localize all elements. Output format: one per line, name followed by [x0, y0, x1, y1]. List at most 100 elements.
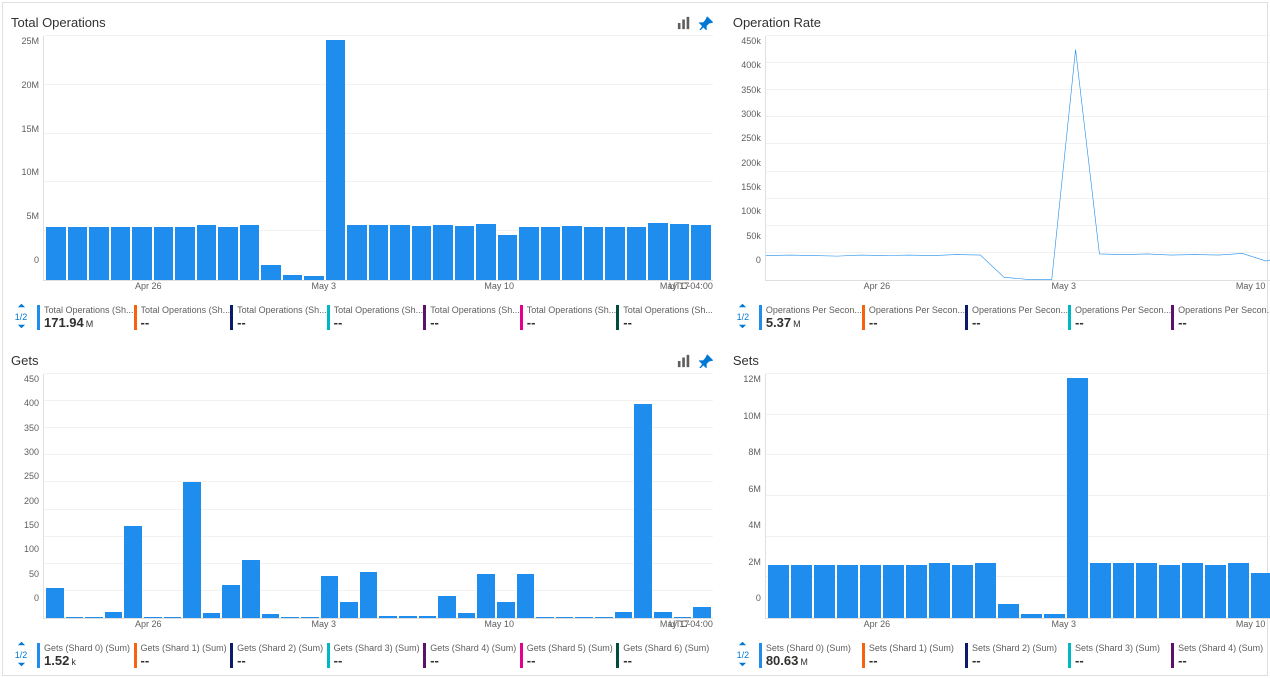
bar[interactable]	[584, 227, 604, 280]
bar-chart-icon[interactable]	[677, 354, 691, 368]
bar[interactable]	[860, 565, 881, 618]
bar[interactable]	[595, 617, 613, 618]
bar[interactable]	[791, 565, 812, 618]
chevron-up-icon[interactable]	[738, 639, 747, 650]
legend-item[interactable]: Operations Per Secon...--	[1171, 305, 1270, 330]
bar-chart-icon[interactable]	[677, 16, 691, 30]
chevron-up-icon[interactable]	[738, 301, 747, 312]
bar[interactable]	[301, 617, 319, 618]
legend-item[interactable]: Total Operations (Sh...--	[134, 305, 231, 330]
bar[interactable]	[321, 576, 339, 618]
bar[interactable]	[85, 617, 103, 618]
bar[interactable]	[654, 612, 672, 619]
bar[interactable]	[837, 565, 858, 618]
bar[interactable]	[132, 227, 152, 280]
bar[interactable]	[369, 225, 389, 280]
chevron-down-icon[interactable]	[738, 322, 747, 333]
line-series[interactable]	[766, 36, 1270, 280]
bar[interactable]	[412, 226, 432, 280]
bar[interactable]	[556, 617, 574, 618]
bar[interactable]	[455, 226, 475, 280]
legend-item[interactable]: Gets (Shard 1) (Sum)--	[134, 643, 231, 668]
bar[interactable]	[1021, 614, 1042, 618]
bar[interactable]	[46, 588, 64, 618]
bar[interactable]	[1136, 563, 1157, 618]
bar[interactable]	[222, 585, 240, 618]
legend-item[interactable]: Operations Per Secon...5.37M	[759, 305, 862, 330]
bar[interactable]	[1228, 563, 1249, 618]
legend-item[interactable]: Operations Per Secon...--	[862, 305, 965, 330]
bar[interactable]	[304, 276, 324, 280]
bar[interactable]	[634, 404, 652, 618]
bar[interactable]	[46, 227, 66, 280]
bar[interactable]	[340, 602, 358, 618]
chart-area[interactable]: 12M10M8M6M4M2M0	[733, 374, 1270, 619]
bar[interactable]	[242, 560, 260, 618]
bar[interactable]	[627, 227, 647, 280]
bar[interactable]	[438, 596, 456, 618]
legend-item[interactable]: Gets (Shard 4) (Sum)--	[423, 643, 520, 668]
legend-item[interactable]: Sets (Shard 0) (Sum)80.63M	[759, 643, 862, 668]
chart-area[interactable]: 450400350300250200150100500	[11, 374, 713, 619]
bar[interactable]	[283, 275, 303, 280]
legend-item[interactable]: Total Operations (Sh...171.94M	[37, 305, 134, 330]
bar[interactable]	[458, 613, 476, 618]
bar[interactable]	[240, 225, 260, 280]
bar[interactable]	[399, 616, 417, 618]
bar[interactable]	[281, 617, 299, 618]
bar[interactable]	[183, 482, 201, 618]
chart-area[interactable]: 450k400k350k300k250k200k150k100k50k0	[733, 36, 1270, 281]
bar[interactable]	[68, 227, 88, 280]
bar[interactable]	[164, 617, 182, 618]
bar[interactable]	[1044, 614, 1065, 618]
legend-item[interactable]: Operations Per Secon...--	[965, 305, 1068, 330]
bar[interactable]	[360, 572, 378, 618]
bar[interactable]	[154, 227, 174, 280]
bar[interactable]	[517, 574, 535, 618]
bar[interactable]	[476, 224, 496, 280]
bar[interactable]	[144, 617, 162, 618]
chevron-down-icon[interactable]	[17, 322, 26, 333]
bar[interactable]	[218, 227, 238, 280]
bar[interactable]	[379, 616, 397, 618]
bar[interactable]	[691, 225, 711, 280]
bar[interactable]	[536, 617, 554, 618]
bar[interactable]	[693, 607, 711, 618]
bar[interactable]	[433, 225, 453, 280]
bar[interactable]	[498, 235, 518, 280]
chevron-up-icon[interactable]	[17, 639, 26, 650]
bar[interactable]	[1113, 563, 1134, 618]
bar[interactable]	[477, 574, 495, 618]
bar[interactable]	[203, 613, 221, 618]
bar[interactable]	[347, 225, 367, 280]
legend-item[interactable]: Gets (Shard 0) (Sum)1.52k	[37, 643, 134, 668]
bar[interactable]	[952, 565, 973, 618]
bar[interactable]	[541, 227, 561, 280]
bar[interactable]	[998, 604, 1019, 618]
bar[interactable]	[883, 565, 904, 618]
bar[interactable]	[1159, 565, 1180, 618]
bar[interactable]	[674, 617, 692, 618]
chart-area[interactable]: 25M20M15M10M5M0	[11, 36, 713, 281]
bar[interactable]	[605, 227, 625, 280]
legend-item[interactable]: Total Operations (Sh...--	[520, 305, 617, 330]
legend-item[interactable]: Total Operations (Sh...--	[616, 305, 713, 330]
legend-item[interactable]: Sets (Shard 3) (Sum)--	[1068, 643, 1171, 668]
bar[interactable]	[175, 227, 195, 280]
bar[interactable]	[111, 227, 131, 280]
legend-item[interactable]: Total Operations (Sh...--	[327, 305, 424, 330]
bar[interactable]	[89, 227, 109, 280]
bar[interactable]	[497, 602, 515, 618]
pin-icon[interactable]	[699, 16, 713, 30]
bar[interactable]	[975, 563, 996, 618]
bar[interactable]	[1251, 573, 1270, 618]
legend-item[interactable]: Gets (Shard 5) (Sum)--	[520, 643, 617, 668]
bar[interactable]	[261, 265, 281, 280]
bar[interactable]	[929, 563, 950, 618]
legend-item[interactable]: Sets (Shard 2) (Sum)--	[965, 643, 1068, 668]
legend-item[interactable]: Total Operations (Sh...--	[423, 305, 520, 330]
bar[interactable]	[615, 612, 633, 619]
bar[interactable]	[562, 226, 582, 280]
bar[interactable]	[419, 616, 437, 618]
bar[interactable]	[390, 225, 410, 280]
